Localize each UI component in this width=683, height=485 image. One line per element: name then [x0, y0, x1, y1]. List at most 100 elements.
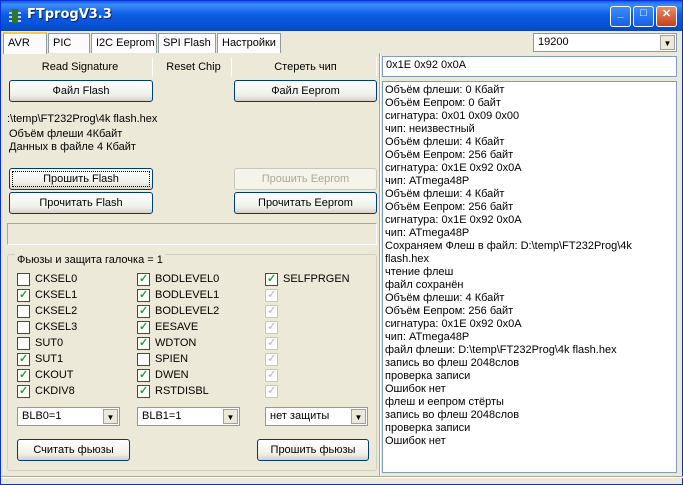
tab-settings[interactable]: Настройки: [217, 33, 281, 53]
fuse-checkbox[interactable]: EESAVE: [137, 320, 247, 335]
fuse-checkbox[interactable]: CKDIV8: [17, 384, 127, 399]
checkbox-empty-icon[interactable]: [17, 305, 30, 318]
checkbox-checked-icon[interactable]: [17, 368, 30, 382]
checkbox-checked-icon: [265, 384, 278, 398]
write-flash-button[interactable]: Прошить Flash: [9, 168, 153, 190]
log-line: Сохраняем Флеш в файл: D:\temp\FT232Prog…: [385, 240, 632, 252]
read-signature-button[interactable]: Read Signature: [7, 56, 153, 78]
blb0-select[interactable]: BLB0=1 ▼: [17, 407, 120, 426]
flash-size-label: Объём флеши 4Кбайт: [9, 128, 123, 140]
fuse-checkbox-label: RSTDISBL: [155, 385, 209, 397]
read-flash-button[interactable]: Прочитать Flash: [9, 192, 153, 214]
fuse-checkbox[interactable]: CKSEL3: [17, 321, 127, 335]
checkbox-checked-icon[interactable]: [137, 384, 150, 398]
blb1-value: BLB1=1: [142, 410, 182, 422]
checkbox-checked-icon: [265, 352, 278, 366]
checkbox-checked-icon[interactable]: [137, 336, 150, 350]
chevron-down-icon[interactable]: ▼: [660, 35, 675, 50]
chevron-down-icon[interactable]: ▼: [103, 409, 118, 424]
checkbox-empty-icon[interactable]: [17, 321, 30, 334]
read-fuses-button[interactable]: Считать фьюзы: [17, 439, 130, 461]
log-line: чип: ATmega48P: [385, 175, 470, 187]
fuse-checkbox[interactable]: WDTON: [137, 336, 247, 351]
tab-i2c-eeprom[interactable]: I2C Eeprom: [91, 33, 157, 53]
log-line: файл флеши: D:\temp\FT232Prog\4k flash.h…: [385, 344, 617, 356]
fuse-checkbox[interactable]: RSTDISBL: [137, 384, 247, 399]
fuse-checkbox[interactable]: CKSEL0: [17, 273, 127, 287]
log-line: чип: ATmega48P: [385, 227, 470, 239]
tab-spi-flash[interactable]: SPI Flash: [158, 33, 216, 53]
flash-file-path: :\temp\FT232Prog\4k flash.hex: [7, 113, 158, 125]
checkbox-checked-icon: [265, 336, 278, 350]
fuse-checkbox[interactable]: SPIEN: [137, 353, 247, 367]
chevron-down-icon[interactable]: ▼: [223, 409, 238, 424]
protection-select[interactable]: нет защиты ▼: [265, 407, 368, 426]
app-window: FTprogV3.3 _ □ ✕ AVR PIC I2C Eeprom SPI …: [0, 0, 683, 485]
log-line: Объём флеши: 4 Кбайт: [385, 292, 505, 304]
checkbox-checked-icon[interactable]: [17, 352, 30, 366]
log-line: сигнатура: 0x1E 0x92 0x0A: [385, 318, 522, 330]
title-bar[interactable]: FTprogV3.3 _ □ ✕: [1, 1, 682, 31]
fuse-checkbox[interactable]: SELFPRGEN: [265, 272, 375, 287]
log-line: чип: ATmega48P: [385, 331, 470, 343]
signature-field[interactable]: 0x1E 0x92 0x0A: [382, 56, 677, 77]
log-line: Объём флеши: 4 Кбайт: [385, 136, 505, 148]
checkbox-checked-icon[interactable]: [137, 368, 150, 382]
log-line: flash.hex: [385, 253, 430, 265]
app-icon: [9, 9, 21, 23]
log-line: чтение флеш: [385, 266, 454, 278]
fuse-checkbox[interactable]: SUT0: [17, 337, 127, 351]
log-line: сигнатура: 0x1E 0x92 0x0A: [385, 214, 522, 226]
minimize-button[interactable]: _: [610, 6, 631, 27]
fuse-checkbox[interactable]: BODLEVEL0: [137, 272, 247, 287]
tab-pic[interactable]: PIC: [48, 33, 90, 53]
fuse-checkbox[interactable]: BODLEVEL2: [137, 304, 247, 319]
checkbox-checked-icon[interactable]: [137, 304, 150, 318]
log-memo[interactable]: Объём флеши: 0 Кбайт Объём Еепром: 0 байт…: [382, 81, 677, 473]
log-line: Объём Еепром: 256 байт: [385, 201, 514, 213]
fuse-checkbox[interactable]: CKOUT: [17, 368, 127, 383]
checkbox-checked-icon[interactable]: [17, 288, 30, 302]
fuse-checkbox-label: BODLEVEL1: [155, 289, 220, 301]
fuse-checkbox-label: SUT1: [35, 353, 64, 365]
maximize-button[interactable]: □: [633, 6, 654, 27]
checkbox-empty-icon[interactable]: [137, 353, 150, 366]
file-flash-button[interactable]: Файл Flash: [9, 80, 153, 102]
checkbox-empty-icon[interactable]: [17, 337, 30, 350]
log-line: запись во флеш 2048слов: [385, 357, 520, 369]
reset-chip-button[interactable]: Reset Chip: [155, 56, 232, 78]
fuse-checkbox: [265, 336, 375, 351]
fuse-checkbox-label: SELFPRGEN: [283, 273, 350, 285]
fuse-checkbox[interactable]: DWEN: [137, 368, 247, 383]
baud-rate-value: 19200: [538, 36, 569, 48]
fuse-checkbox-label: CKOUT: [35, 369, 74, 381]
file-eeprom-button[interactable]: Файл Eeprom: [234, 80, 377, 102]
tab-avr[interactable]: AVR: [3, 32, 47, 54]
blb1-select[interactable]: BLB1=1 ▼: [137, 407, 240, 426]
write-fuses-button[interactable]: Прошить фьюзы: [257, 439, 369, 461]
fuse-checkbox[interactable]: BODLEVEL1: [137, 288, 247, 303]
read-eeprom-button[interactable]: Прочитать Eeprom: [234, 192, 377, 214]
write-eeprom-button[interactable]: Прошить Eeprom: [234, 168, 377, 190]
checkbox-checked-icon[interactable]: [265, 272, 278, 286]
log-line: Объём Еепром: 256 байт: [385, 149, 514, 161]
checkbox-checked-icon[interactable]: [17, 384, 30, 398]
fuse-checkbox-label: SUT0: [35, 337, 64, 349]
fuse-checkbox-label: CKSEL0: [35, 273, 78, 285]
fuse-checkbox[interactable]: SUT1: [17, 352, 127, 367]
protection-value: нет защиты: [270, 410, 330, 422]
fuse-checkbox[interactable]: CKSEL2: [17, 305, 127, 319]
checkbox-empty-icon[interactable]: [17, 273, 30, 286]
chevron-down-icon[interactable]: ▼: [351, 409, 366, 424]
fuse-checkbox-label: CKDIV8: [35, 385, 75, 397]
fuse-checkbox-label: CKSEL2: [35, 305, 78, 317]
baud-rate-select[interactable]: 19200 ▼: [533, 33, 677, 52]
log-line: сигнатура: 0x01 0x09 0x00: [385, 110, 520, 122]
checkbox-checked-icon[interactable]: [137, 288, 150, 302]
checkbox-checked-icon[interactable]: [137, 272, 150, 286]
fuse-checkbox[interactable]: CKSEL1: [17, 288, 127, 303]
checkbox-checked-icon[interactable]: [137, 320, 150, 334]
close-button[interactable]: ✕: [656, 6, 677, 27]
checkbox-checked-icon: [265, 368, 278, 382]
erase-chip-button[interactable]: Стереть чип: [234, 56, 377, 78]
